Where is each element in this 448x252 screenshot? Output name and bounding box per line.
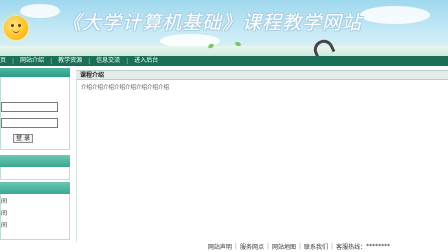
username-input[interactable] (1, 102, 58, 112)
footer-link-statement[interactable]: 网站声明 (208, 242, 232, 251)
sidebar-list: 间 间 间 (0, 194, 70, 240)
cloud-decoration (20, 4, 60, 18)
list-item[interactable]: 间 (1, 208, 69, 220)
nav-item-admin[interactable]: 进入后台 (128, 56, 164, 66)
list-item[interactable]: 间 (1, 196, 69, 208)
nav-item-home[interactable]: 页 (0, 56, 12, 66)
sidebar: 登 录 间 间 间 (0, 68, 70, 240)
footer-hotline-value: ******** (366, 242, 391, 250)
main-nav: 页 | 网站介绍 | 教学资源 | 信息交流 | 进入后台 (0, 56, 448, 66)
nav-item-site-intro[interactable]: 网站介绍 (14, 56, 50, 66)
footer-hotline-label: 客服热线： (336, 243, 367, 251)
footer-link-service[interactable]: 服务网点 (240, 242, 264, 251)
login-button[interactable]: 登 录 (13, 134, 33, 143)
nav-item-exchange[interactable]: 信息交流 (90, 56, 126, 66)
footer: 网站声明 | 服务网点 | 网站地图 | 联系我们 | 客服热线： ******… (207, 242, 391, 251)
sidebar-block-header (0, 155, 70, 167)
sidebar-block (0, 167, 70, 180)
password-input[interactable] (1, 118, 58, 128)
cloud-decoration (360, 6, 430, 24)
sun-mascot-icon (4, 16, 28, 40)
login-panel: 登 录 (0, 77, 70, 150)
list-item[interactable]: 间 (1, 220, 69, 232)
login-panel-header (0, 68, 70, 77)
sidebar-list-header (0, 182, 70, 194)
site-title: 《大学计算机基础》课程教学网站 (62, 12, 363, 34)
nav-item-resources[interactable]: 教学资源 (52, 56, 88, 66)
site-banner: 《大学计算机基础》课程教学网站 (0, 0, 448, 56)
footer-link-sitemap[interactable]: 网站地图 (272, 242, 296, 251)
intro-text: 介绍介绍介绍介绍介绍介绍介绍介绍 (81, 85, 170, 91)
section-title: 课程介绍 (76, 70, 448, 80)
banner-ground (0, 46, 448, 56)
main-content: 课程介绍 介绍介绍介绍介绍介绍介绍介绍介绍 (76, 70, 448, 242)
footer-link-contact[interactable]: 联系我们 (304, 242, 328, 251)
course-intro-text: 介绍介绍介绍介绍介绍介绍介绍介绍 (76, 80, 448, 242)
